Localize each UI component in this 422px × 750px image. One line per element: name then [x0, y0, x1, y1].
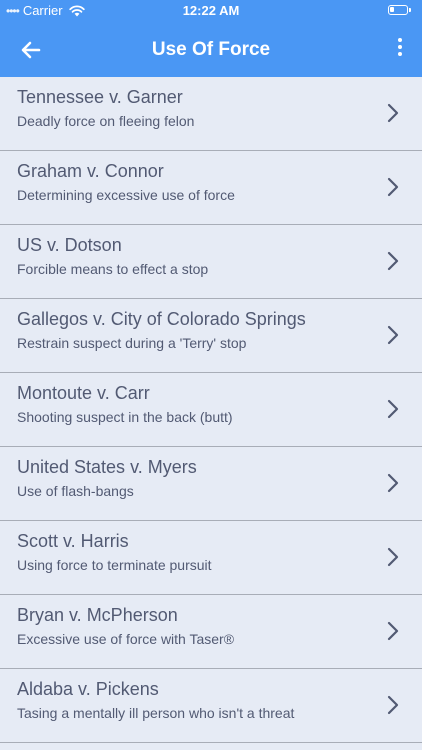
menu-dot: [398, 52, 402, 56]
chevron-right-icon: [387, 251, 399, 271]
menu-dot: [398, 38, 402, 42]
case-title: Tennessee v. Garner: [17, 87, 183, 107]
case-subtitle: Tasing a mentally ill person who isn't a…: [17, 705, 295, 721]
chevron-right-icon: [387, 695, 399, 715]
menu-dot: [398, 45, 402, 49]
case-subtitle: Shooting suspect in the back (butt): [17, 409, 233, 425]
case-subtitle: Determining excessive use of force: [17, 187, 235, 203]
case-title: US v. Dotson: [17, 235, 122, 255]
list-item[interactable]: Montoute v. Carr Shooting suspect in the…: [0, 373, 422, 447]
case-subtitle: Restrain suspect during a 'Terry' stop: [17, 335, 247, 351]
list-item[interactable]: Gallegos v. City of Colorado Springs Res…: [0, 299, 422, 373]
list-item[interactable]: Graham v. Connor Determining excessive u…: [0, 151, 422, 225]
list-item[interactable]: US v. Dotson Forcible means to effect a …: [0, 225, 422, 299]
case-title: United States v. Myers: [17, 457, 197, 477]
nav-bar: Use Of Force: [0, 22, 422, 77]
battery-icon: [388, 5, 411, 15]
case-title: Graham v. Connor: [17, 161, 164, 181]
chevron-right-icon: [387, 103, 399, 123]
list-item[interactable]: Scott v. Harris Using force to terminate…: [0, 521, 422, 595]
more-vertical-icon[interactable]: [396, 38, 404, 62]
case-subtitle: Excessive use of force with Taser®: [17, 631, 235, 647]
case-list: Tennessee v. Garner Deadly force on flee…: [0, 77, 422, 743]
case-subtitle: Use of flash-bangs: [17, 483, 134, 499]
app-header: •••• Carrier 12:22 AM Use Of Force: [0, 0, 422, 77]
case-subtitle: Deadly force on fleeing felon: [17, 113, 195, 129]
case-subtitle: Using force to terminate pursuit: [17, 557, 212, 573]
page-title: Use Of Force: [151, 39, 271, 60]
list-item[interactable]: Tennessee v. Garner Deadly force on flee…: [0, 77, 422, 151]
case-title: Scott v. Harris: [17, 531, 129, 551]
status-bar: •••• Carrier 12:22 AM: [0, 0, 422, 22]
chevron-right-icon: [387, 473, 399, 493]
case-subtitle: Forcible means to effect a stop: [17, 261, 209, 277]
list-item[interactable]: United States v. Myers Use of flash-bang…: [0, 447, 422, 521]
case-title: Gallegos v. City of Colorado Springs: [17, 309, 306, 329]
case-title: Bryan v. McPherson: [17, 605, 178, 625]
list-item[interactable]: Aldaba v. Pickens Tasing a mentally ill …: [0, 669, 422, 743]
status-time: 12:22 AM: [182, 3, 240, 18]
case-title: Montoute v. Carr: [17, 383, 150, 403]
case-title: Aldaba v. Pickens: [17, 679, 159, 699]
chevron-right-icon: [387, 547, 399, 567]
list-item[interactable]: Bryan v. McPherson Excessive use of forc…: [0, 595, 422, 669]
chevron-right-icon: [387, 621, 399, 641]
chevron-right-icon: [387, 325, 399, 345]
chevron-right-icon: [387, 399, 399, 419]
chevron-right-icon: [387, 177, 399, 197]
